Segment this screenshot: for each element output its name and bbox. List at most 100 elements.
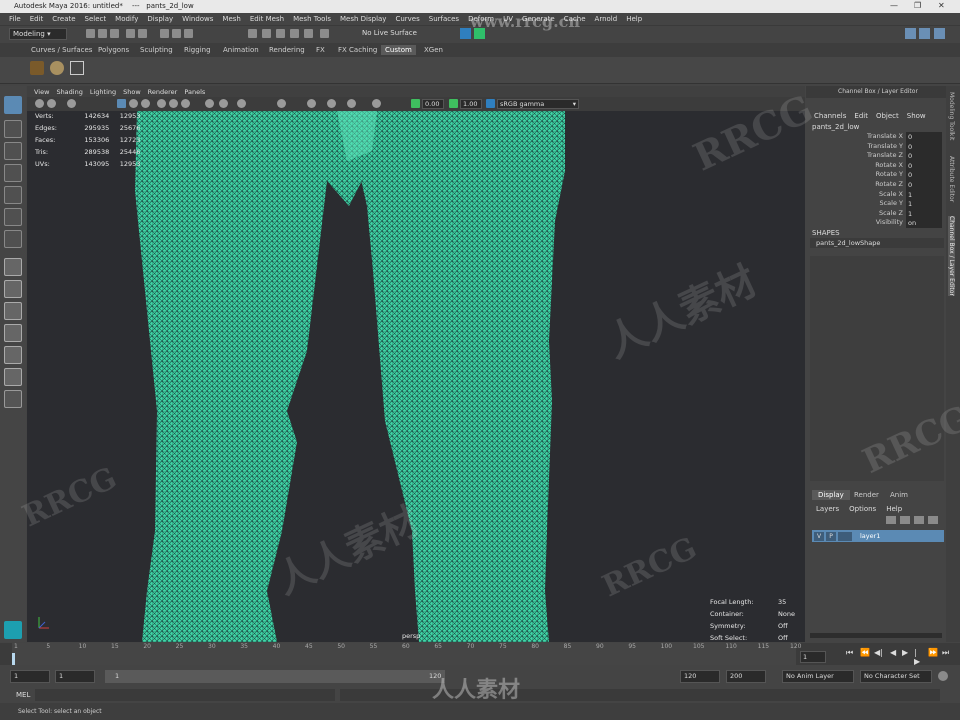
gamma-field[interactable]: 1.00 xyxy=(460,99,482,109)
shelf-tab-custom[interactable]: Custom xyxy=(381,45,416,55)
menu-edit-mesh[interactable]: Edit Mesh xyxy=(250,15,284,23)
menu-arnold[interactable]: Arnold xyxy=(595,15,618,23)
menu-modify[interactable]: Modify xyxy=(115,15,138,23)
open-scene-icon[interactable] xyxy=(98,29,107,38)
shelf-tab-animation[interactable]: Animation xyxy=(219,45,263,55)
layout-icon[interactable] xyxy=(919,28,930,39)
viewport-menu-shading[interactable]: Shading xyxy=(56,88,82,96)
attr-value[interactable]: on xyxy=(906,218,942,229)
attr-name[interactable]: Translate X xyxy=(806,132,906,142)
attr-row-scale-z[interactable]: Scale Z1 xyxy=(806,208,946,219)
layer-scrollbar[interactable] xyxy=(810,633,942,638)
menu-file[interactable]: File xyxy=(9,15,21,23)
single-pane-icon[interactable] xyxy=(4,258,22,276)
anim-layer-dropdown[interactable]: No Anim Layer xyxy=(782,670,854,683)
four-pane-icon[interactable] xyxy=(4,280,22,298)
smooth-shade-icon[interactable] xyxy=(169,99,178,108)
last-tool-icon[interactable] xyxy=(4,230,22,248)
layer-tab-display[interactable]: Display xyxy=(812,490,850,500)
play-forward-icon[interactable]: ▶ xyxy=(902,648,908,657)
menu-surfaces[interactable]: Surfaces xyxy=(429,15,459,23)
shelf-tab-sculpting[interactable]: Sculpting xyxy=(136,45,177,55)
grid-toggle-icon[interactable] xyxy=(117,99,126,108)
layer-name[interactable]: layer1 xyxy=(860,532,880,540)
step-back-key-icon[interactable]: ⏪ xyxy=(860,648,870,657)
attr-row-rotate-y[interactable]: Rotate Y0 xyxy=(806,170,946,181)
attr-row-scale-x[interactable]: Scale X1 xyxy=(806,189,946,200)
selected-object-name[interactable]: pants_2d_low xyxy=(812,123,859,131)
channel-menu-show[interactable]: Show xyxy=(907,112,926,120)
layer-row-layer1[interactable]: V P layer1 xyxy=(812,530,944,542)
menu-select[interactable]: Select xyxy=(85,15,107,23)
undo-icon[interactable] xyxy=(126,29,135,38)
channel-menu-edit[interactable]: Edit xyxy=(854,112,868,120)
shelf-tab-polygons[interactable]: Polygons xyxy=(94,45,133,55)
menu-mesh[interactable]: Mesh xyxy=(222,15,240,23)
xray-icon[interactable] xyxy=(277,99,286,108)
attr-value[interactable]: 1 xyxy=(906,189,942,200)
shelf-tab-xgen[interactable]: XGen xyxy=(420,45,447,55)
menu-help[interactable]: Help xyxy=(626,15,642,23)
lights-icon[interactable] xyxy=(219,99,228,108)
uv-grid-icon[interactable] xyxy=(70,61,84,75)
attr-value[interactable]: 0 xyxy=(906,170,942,181)
wireframe-icon[interactable] xyxy=(157,99,166,108)
range-slider-bar[interactable]: 1 120 xyxy=(105,670,445,683)
save-scene-icon[interactable] xyxy=(110,29,119,38)
attr-row-visibility[interactable]: Visibility on xyxy=(806,218,946,229)
attr-name[interactable]: Rotate Z xyxy=(806,180,906,190)
depth-of-field-icon[interactable] xyxy=(347,99,356,108)
shelf-tab-curves-surfaces[interactable]: Curves / Surfaces xyxy=(27,45,96,55)
playback-end-field[interactable]: 120 xyxy=(680,670,720,683)
persp-outliner-icon[interactable] xyxy=(4,324,22,342)
attr-row-translate-z[interactable]: Translate Z0 xyxy=(806,151,946,162)
viewport-menu-view[interactable]: View xyxy=(34,88,49,96)
attr-value[interactable]: 1 xyxy=(906,208,942,219)
hypershade-layout-icon[interactable] xyxy=(4,368,22,386)
attr-name[interactable]: Visibility xyxy=(806,218,906,228)
new-layer-selected-icon[interactable] xyxy=(928,516,938,524)
select-hierarchy-icon[interactable] xyxy=(160,29,169,38)
snap-surface-icon[interactable] xyxy=(304,29,313,38)
layer-menu-options[interactable]: Options xyxy=(849,505,876,513)
viewport-menu-show[interactable]: Show xyxy=(123,88,141,96)
colorspace-dropdown[interactable]: sRGB gamma ▾ xyxy=(497,99,579,109)
snap-grid-icon[interactable] xyxy=(248,29,257,38)
exposure-icon[interactable] xyxy=(411,99,420,108)
play-backward-icon[interactable]: ◀ xyxy=(890,648,896,657)
layer-tab-anim[interactable]: Anim xyxy=(884,490,914,500)
step-forward-key-icon[interactable]: ⏩ xyxy=(928,648,938,657)
step-forward-frame-icon[interactable]: |▶ xyxy=(914,648,920,666)
shelf-tab-rigging[interactable]: Rigging xyxy=(180,45,215,55)
menu-create[interactable]: Create xyxy=(52,15,75,23)
cylinder-icon[interactable] xyxy=(50,61,64,75)
layer-display-type[interactable] xyxy=(838,531,852,541)
panel-toggle-icon[interactable] xyxy=(934,28,945,39)
rotate-tool-icon[interactable] xyxy=(4,186,22,204)
go-to-start-icon[interactable]: ⏮ xyxy=(846,648,853,658)
isolate-select-icon[interactable] xyxy=(372,99,381,108)
time-slider[interactable]: 1 1 5 10 15 20 25 30 35 40 45 50 55 60 65 70 75 80 85 90 95… xyxy=(0,643,960,665)
redo-icon[interactable] xyxy=(138,29,147,38)
attr-name[interactable]: Scale Y xyxy=(806,199,906,209)
paint-select-icon[interactable] xyxy=(4,142,22,160)
animation-start-field[interactable]: 1 xyxy=(10,670,50,683)
go-to-end-icon[interactable]: ⏭ xyxy=(942,648,949,658)
auto-key-icon[interactable] xyxy=(938,671,948,681)
menu-windows[interactable]: Windows xyxy=(182,15,213,23)
shape-node[interactable]: pants_2d_lowShape xyxy=(810,238,944,248)
textured-icon[interactable] xyxy=(205,99,214,108)
attr-name[interactable]: Rotate X xyxy=(806,161,906,171)
viewport-menu-lighting[interactable]: Lighting xyxy=(90,88,116,96)
shelf-tab-fx-caching[interactable]: FX Caching xyxy=(334,45,381,55)
snap-live-icon[interactable] xyxy=(320,29,329,38)
menu-curves[interactable]: Curves xyxy=(395,15,419,23)
wireframe-on-shaded-icon[interactable] xyxy=(181,99,190,108)
layer-menu-help[interactable]: Help xyxy=(886,505,902,513)
new-empty-layer-icon[interactable] xyxy=(914,516,924,524)
side-tab-modeling-toolkit[interactable]: Modeling Toolkit xyxy=(948,92,955,140)
select-tool-icon[interactable] xyxy=(4,96,22,114)
select-component-icon[interactable] xyxy=(184,29,193,38)
workspace-icon[interactable] xyxy=(905,28,916,39)
attr-name[interactable]: Scale Z xyxy=(806,209,906,219)
